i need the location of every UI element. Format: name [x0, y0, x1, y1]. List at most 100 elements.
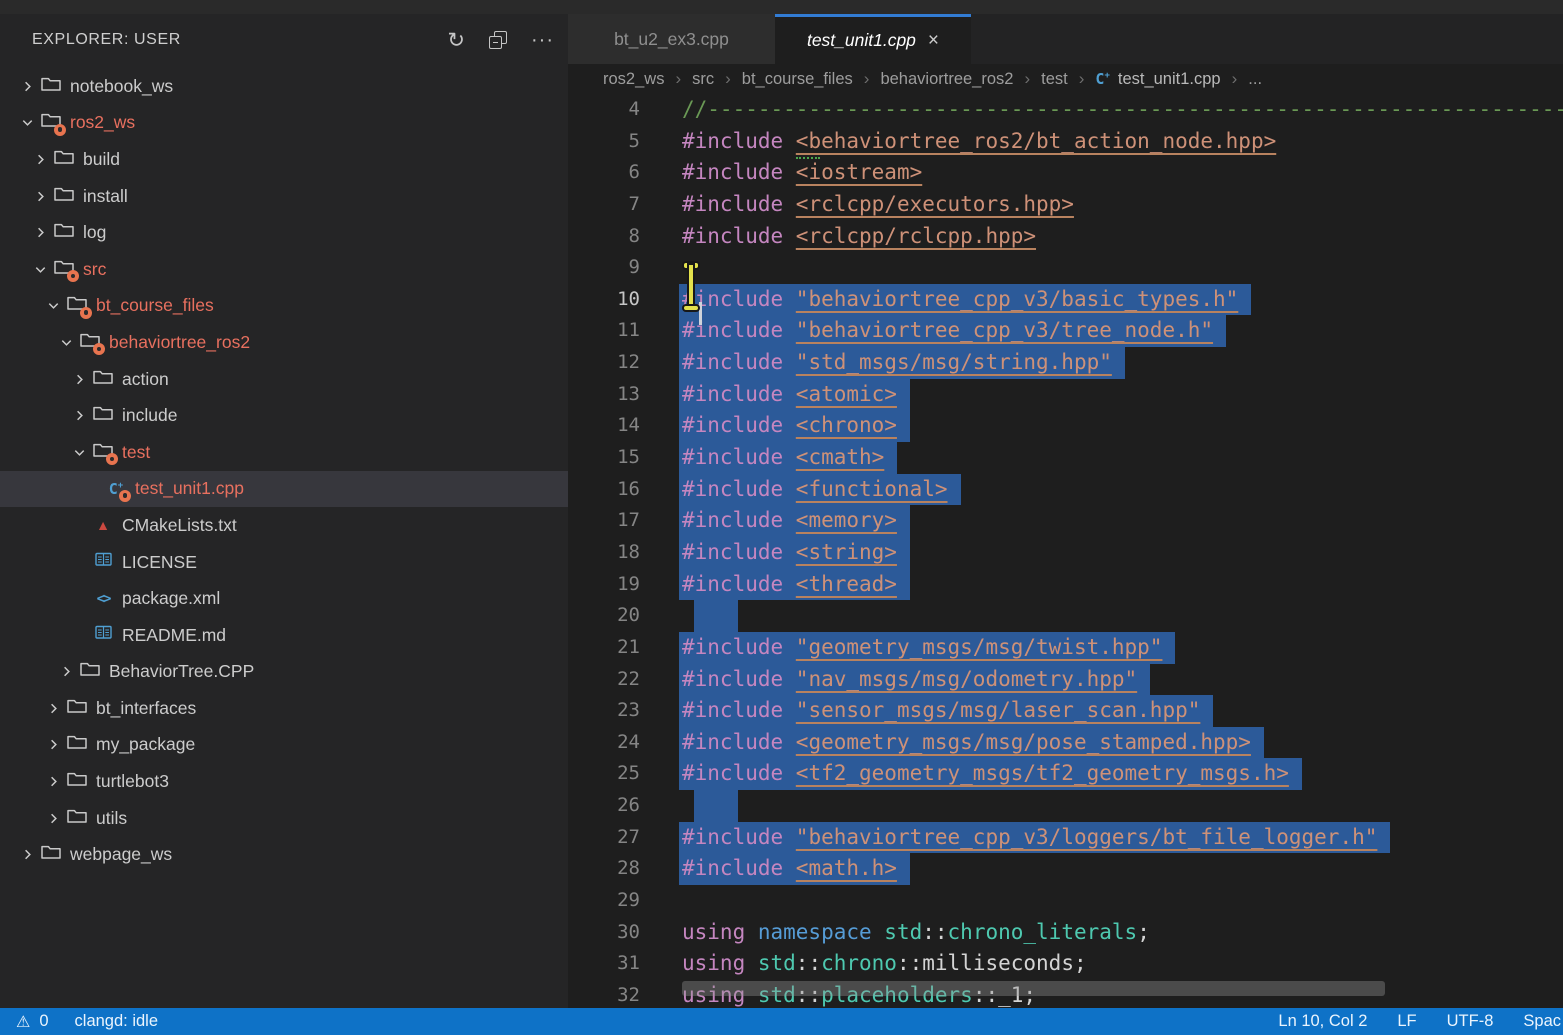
line-number[interactable]: 26	[568, 790, 640, 822]
chevron-down-icon[interactable]	[70, 443, 88, 461]
chevron-right-icon[interactable]	[18, 77, 36, 95]
code-line-23[interactable]: 23#include "sensor_msgs/msg/laser_scan.h…	[568, 695, 1563, 727]
tree-item-LICENSE[interactable]: LICENSE	[0, 544, 568, 581]
line-number[interactable]: 12	[568, 347, 640, 379]
code-line-21[interactable]: 21#include "geometry_msgs/msg/twist.hpp"	[568, 632, 1563, 664]
refresh-icon[interactable]: ↻	[447, 30, 465, 51]
chevron-right-icon[interactable]	[44, 699, 62, 717]
code-line-10[interactable]: 10#include "behaviortree_cpp_v3/basic_ty…	[568, 284, 1563, 316]
line-number[interactable]: 31	[568, 948, 640, 980]
code-line-11[interactable]: 11#include "behaviortree_cpp_v3/tree_nod…	[568, 315, 1563, 347]
chevron-right-icon[interactable]	[31, 224, 49, 242]
line-number[interactable]: 13	[568, 379, 640, 411]
line-number[interactable]: 22	[568, 664, 640, 696]
breadcrumb-item-behaviortree_ros2[interactable]: behaviortree_ros2	[880, 70, 1013, 89]
code-line-30[interactable]: 30using namespace std::chrono_literals;	[568, 917, 1563, 949]
tree-item-webpage_ws[interactable]: webpage_ws	[0, 836, 568, 873]
tree-item-test_unit1.cpp[interactable]: C+test_unit1.cpp	[0, 471, 568, 508]
tree-item-ros2_ws[interactable]: ros2_ws	[0, 105, 568, 142]
code-line-12[interactable]: 12#include "std_msgs/msg/string.hpp"	[568, 347, 1563, 379]
line-number[interactable]: 30	[568, 917, 640, 949]
problems-indicator[interactable]: ⚠ 0	[16, 1012, 49, 1032]
code-line-29[interactable]: 29	[568, 885, 1563, 917]
tree-item-package.xml[interactable]: <>package.xml	[0, 580, 568, 617]
line-number[interactable]: 4	[568, 94, 640, 126]
code-line-27[interactable]: 27#include "behaviortree_cpp_v3/loggers/…	[568, 822, 1563, 854]
chevron-right-icon[interactable]	[31, 150, 49, 168]
line-number[interactable]: 18	[568, 537, 640, 569]
clangd-status[interactable]: clangd: idle	[75, 1012, 158, 1031]
tree-item-README.md[interactable]: README.md	[0, 617, 568, 654]
breadcrumb-item-ros2_ws[interactable]: ros2_ws	[603, 70, 664, 89]
line-number[interactable]: 10	[568, 284, 640, 316]
chevron-right-icon[interactable]	[44, 809, 62, 827]
line-number[interactable]: 8	[568, 221, 640, 253]
line-number[interactable]: 27	[568, 822, 640, 854]
code-line-31[interactable]: 31using std::chrono::milliseconds;	[568, 948, 1563, 980]
tree-item-build[interactable]: build	[0, 141, 568, 178]
line-number[interactable]: 24	[568, 727, 640, 759]
code-line-6[interactable]: 6#include <iostream>	[568, 157, 1563, 189]
tree-item-install[interactable]: install	[0, 178, 568, 215]
chevron-right-icon[interactable]	[44, 773, 62, 791]
breadcrumb-overflow[interactable]: ...	[1248, 70, 1262, 89]
line-number[interactable]: 15	[568, 442, 640, 474]
tab-test_unit1[interactable]: test_unit1.cpp ×	[775, 14, 971, 64]
close-tab-icon[interactable]: ×	[928, 31, 939, 50]
code-line-28[interactable]: 28#include <math.h>	[568, 853, 1563, 885]
line-number[interactable]: 14	[568, 410, 640, 442]
tree-item-bt_course_files[interactable]: bt_course_files	[0, 288, 568, 325]
code-line-25[interactable]: 25#include <tf2_geometry_msgs/tf2_geomet…	[568, 758, 1563, 790]
line-number[interactable]: 7	[568, 189, 640, 221]
chevron-right-icon[interactable]	[70, 407, 88, 425]
breadcrumb-item-src[interactable]: src	[692, 70, 714, 89]
breadcrumb-item-bt_course_files[interactable]: bt_course_files	[742, 70, 853, 89]
tree-item-action[interactable]: action	[0, 361, 568, 398]
chevron-right-icon[interactable]	[44, 736, 62, 754]
tab-bt_u2_ex3[interactable]: bt_u2_ex3.cpp	[568, 14, 775, 64]
code-line-22[interactable]: 22#include "nav_msgs/msg/odometry.hpp"	[568, 664, 1563, 696]
code-line-5[interactable]: 5#include <behaviortree_ros2/bt_action_n…	[568, 126, 1563, 158]
indentation-indicator[interactable]: Spac	[1523, 1012, 1561, 1031]
line-number[interactable]: 21	[568, 632, 640, 664]
more-actions-icon[interactable]: ···	[531, 35, 554, 45]
line-number[interactable]: 20	[568, 600, 640, 632]
line-number[interactable]: 11	[568, 315, 640, 347]
tree-item-notebook_ws[interactable]: notebook_ws	[0, 68, 568, 105]
chevron-right-icon[interactable]	[18, 846, 36, 864]
code-line-4[interactable]: 4//-------------------------------------…	[568, 94, 1563, 126]
tree-item-behaviortree_ros2[interactable]: behaviortree_ros2	[0, 324, 568, 361]
chevron-down-icon[interactable]	[18, 114, 36, 132]
line-number[interactable]: 16	[568, 474, 640, 506]
cursor-position[interactable]: Ln 10, Col 2	[1278, 1012, 1367, 1031]
chevron-down-icon[interactable]	[57, 333, 75, 351]
line-number[interactable]: 19	[568, 569, 640, 601]
code-line-19[interactable]: 19#include <thread>	[568, 569, 1563, 601]
code-line-15[interactable]: 15#include <cmath>	[568, 442, 1563, 474]
line-number[interactable]: 9	[568, 252, 640, 284]
code-line-20[interactable]: 20	[568, 600, 1563, 632]
code-line-9[interactable]: 9	[568, 252, 1563, 284]
line-number[interactable]: 6	[568, 157, 640, 189]
line-number[interactable]: 28	[568, 853, 640, 885]
code-line-16[interactable]: 16#include <functional>	[568, 474, 1563, 506]
chevron-right-icon[interactable]	[57, 663, 75, 681]
encoding-indicator[interactable]: UTF-8	[1447, 1012, 1494, 1031]
collapse-folders-icon[interactable]	[489, 31, 507, 49]
line-number[interactable]: 5	[568, 126, 640, 158]
code-line-18[interactable]: 18#include <string>	[568, 537, 1563, 569]
code-line-7[interactable]: 7#include <rclcpp/executors.hpp>	[568, 189, 1563, 221]
line-number[interactable]: 25	[568, 758, 640, 790]
code-line-8[interactable]: 8#include <rclcpp/rclcpp.hpp>	[568, 221, 1563, 253]
line-number[interactable]: 32	[568, 980, 640, 1008]
code-line-14[interactable]: 14#include <chrono>	[568, 410, 1563, 442]
tree-item-log[interactable]: log	[0, 214, 568, 251]
tree-item-turtlebot3[interactable]: turtlebot3	[0, 763, 568, 800]
tree-item-include[interactable]: include	[0, 397, 568, 434]
code-line-13[interactable]: 13#include <atomic>	[568, 379, 1563, 411]
tree-item-bt_interfaces[interactable]: bt_interfaces	[0, 690, 568, 727]
tree-item-utils[interactable]: utils	[0, 800, 568, 837]
tree-item-test[interactable]: test	[0, 434, 568, 471]
breadcrumb-item-test[interactable]: test	[1041, 70, 1068, 89]
code-editor[interactable]: 4//-------------------------------------…	[568, 94, 1563, 1008]
